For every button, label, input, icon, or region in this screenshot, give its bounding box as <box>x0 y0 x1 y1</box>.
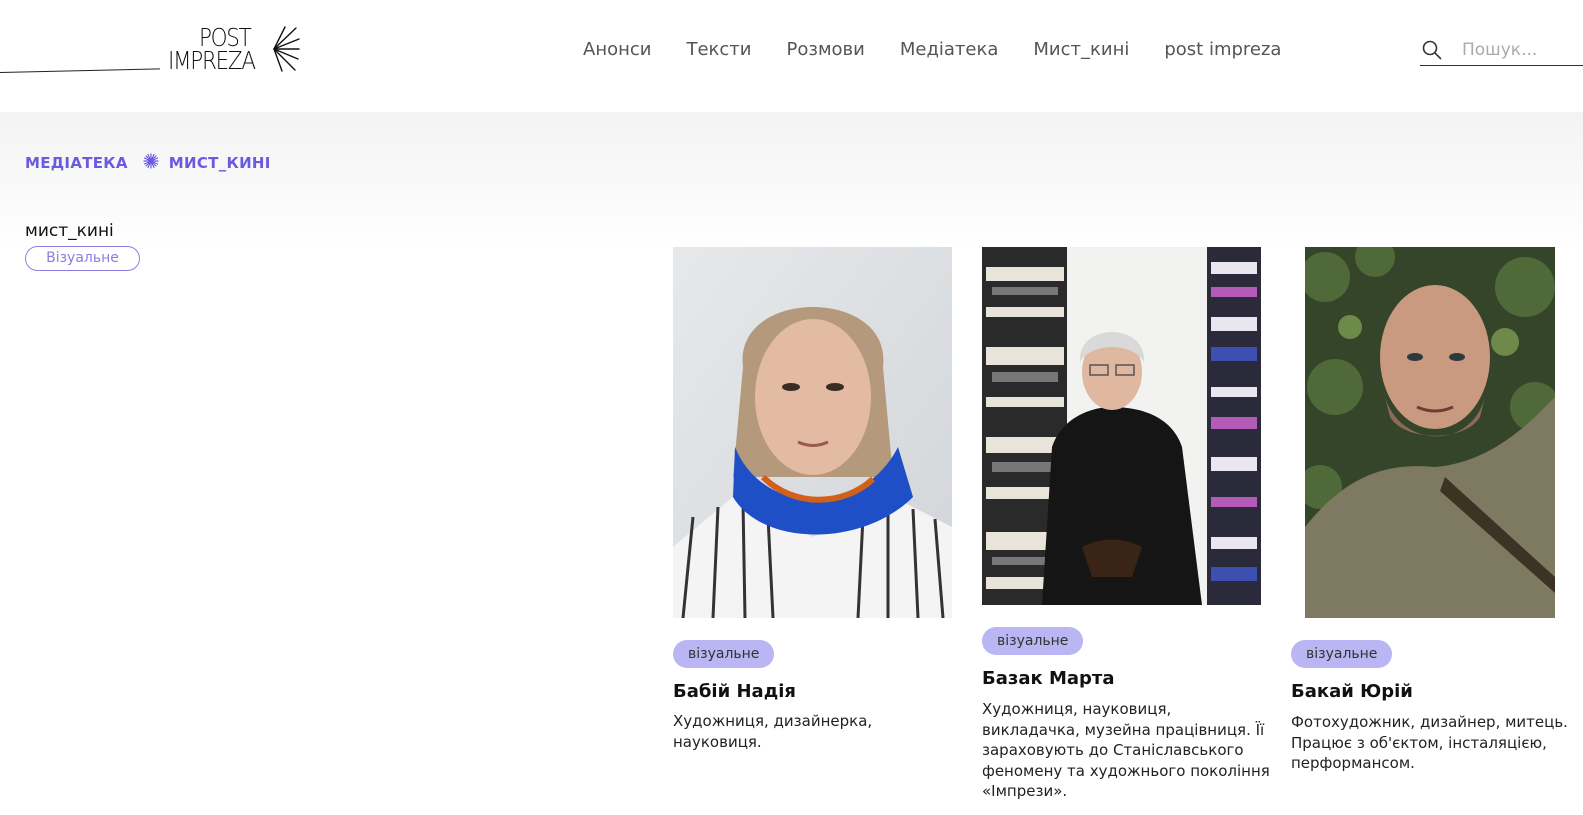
nav-item-post-impreza[interactable]: post impreza <box>1164 38 1281 62</box>
breadcrumb: МЕДІАТЕКА МИСТ_КИНІ <box>25 153 271 173</box>
nav-item-conversations[interactable]: Розмови <box>787 38 865 62</box>
artist-description: Художниця, науковиця, викладачка, музейн… <box>982 700 1270 800</box>
logo-starburst-icon <box>273 26 300 72</box>
artist-name[interactable]: Базак Марта <box>982 668 1114 689</box>
page-header-band <box>0 112 1583 247</box>
nav-item-artists[interactable]: Мист_кині <box>1033 38 1129 62</box>
category-badge[interactable]: візуальне <box>1291 640 1393 668</box>
breadcrumb-separator-icon <box>143 153 159 173</box>
search-icon[interactable] <box>1422 40 1442 60</box>
nav-item-announcements[interactable]: Анонси <box>583 38 651 62</box>
artist-name[interactable]: Бакай Юрій <box>1291 681 1413 702</box>
artist-photo[interactable] <box>1305 247 1555 618</box>
artist-photo[interactable] <box>673 247 952 618</box>
logo-text-line2: IMPREZA <box>168 46 256 75</box>
artist-description: Фотохудожник, дизайнер, митець. Працює з… <box>1291 713 1568 772</box>
page-title: мист_кині <box>25 221 114 241</box>
filter-tag-visual[interactable]: Візуальне <box>25 246 140 271</box>
search-input[interactable] <box>1462 37 1580 63</box>
nav-item-media-library[interactable]: Медіатека <box>900 38 999 62</box>
site-logo[interactable]: POST IMPREZA <box>168 24 303 78</box>
logo-decorative-line <box>0 68 160 73</box>
main-nav: Анонси Тексти Розмови Медіатека Мист_кин… <box>583 38 1281 62</box>
search-box <box>1420 36 1583 66</box>
site-header: POST IMPREZA Анонси Тексти Розмови Медіа… <box>0 0 1583 112</box>
breadcrumb-item-media-library[interactable]: МЕДІАТЕКА <box>25 154 128 172</box>
artist-description: Художниця, дизайнерка, науковиця. <box>673 712 873 751</box>
artist-name[interactable]: Бабій Надія <box>673 681 796 702</box>
breadcrumb-item-artists[interactable]: МИСТ_КИНІ <box>169 154 271 172</box>
nav-item-texts[interactable]: Тексти <box>686 38 751 62</box>
category-badge[interactable]: візуальне <box>673 640 775 668</box>
artist-photo[interactable] <box>982 247 1261 605</box>
category-badge[interactable]: візуальне <box>982 627 1084 655</box>
